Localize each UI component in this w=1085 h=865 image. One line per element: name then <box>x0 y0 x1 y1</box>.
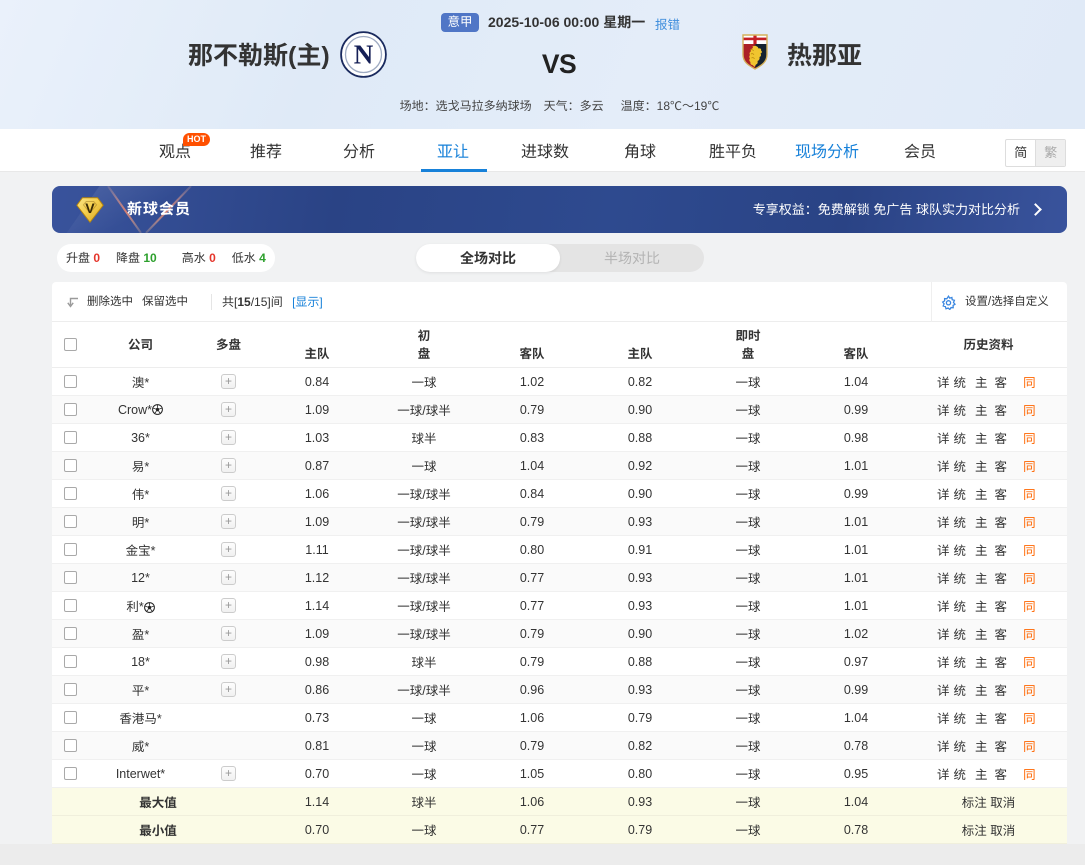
svg-text:V: V <box>85 200 95 216</box>
svg-text:N: N <box>354 40 374 70</box>
